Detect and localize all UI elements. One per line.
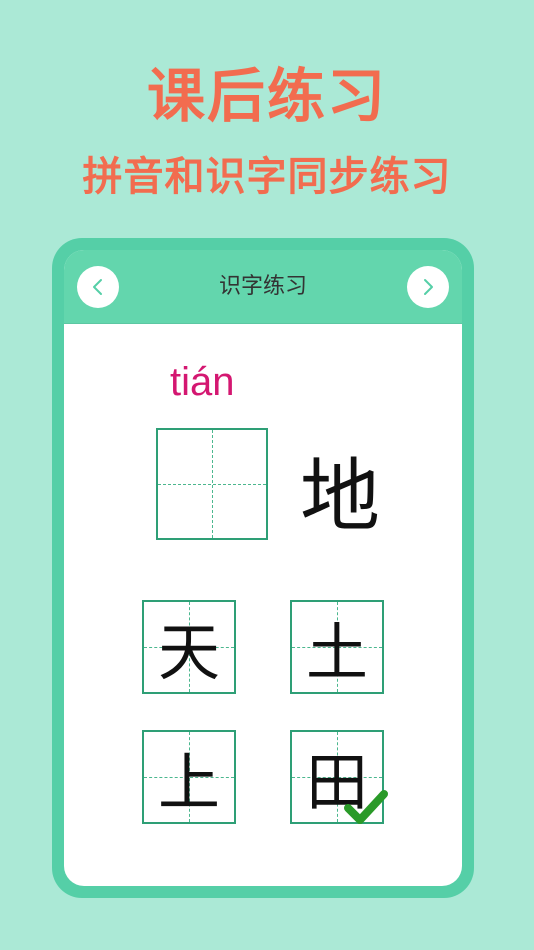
promo-subtitle: 拼音和识字同步练习: [82, 154, 452, 200]
card-header: 识字练习: [64, 250, 462, 324]
option-3[interactable]: 上: [142, 730, 236, 824]
option-char: 土: [305, 616, 368, 689]
check-icon: [344, 790, 388, 824]
option-2[interactable]: 土: [290, 600, 384, 694]
pinyin-label: tián: [170, 360, 235, 404]
prompt-char: 地: [300, 450, 380, 543]
card-title: 识字练习: [218, 274, 307, 299]
option-char: 上: [157, 746, 220, 819]
answer-box[interactable]: [156, 428, 268, 540]
promo-title: 课后练习: [146, 62, 387, 130]
next-button[interactable]: [407, 266, 449, 308]
card-body: 识字练习 tián 地 天 土 上 田: [64, 250, 462, 886]
answer-char: [158, 430, 266, 538]
chevron-right-icon: [424, 279, 433, 295]
practice-card: 识字练习 tián 地 天 土 上 田: [52, 238, 474, 898]
option-char: 天: [157, 616, 220, 689]
option-1[interactable]: 天: [142, 600, 236, 694]
